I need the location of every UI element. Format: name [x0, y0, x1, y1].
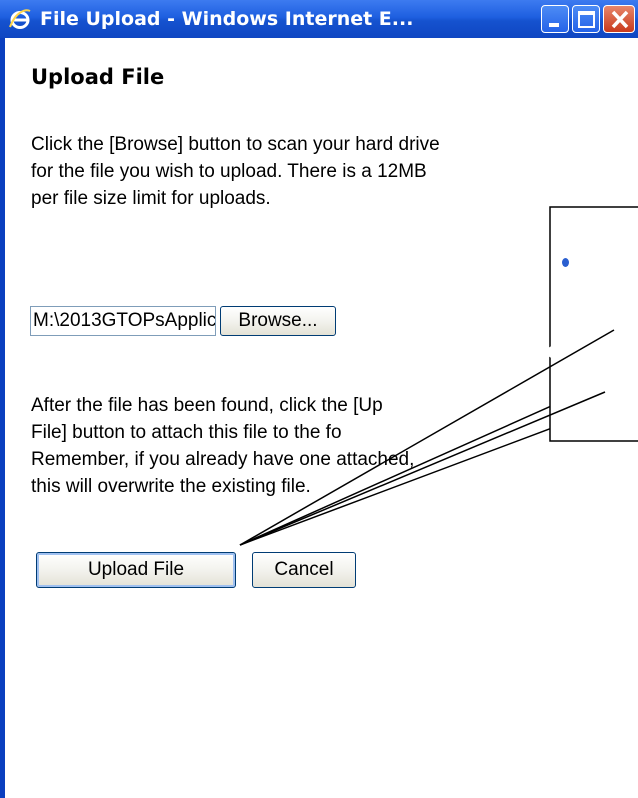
title-bar[interactable]: File Upload - Windows Internet E... [0, 0, 638, 38]
minimize-icon [549, 23, 559, 27]
internet-explorer-icon [9, 9, 31, 29]
window-frame-left [0, 38, 5, 798]
after-found-line: Remember, if you already have one attach… [31, 449, 415, 470]
minimize-button[interactable] [541, 5, 569, 33]
after-found-line: File] button to attach this file to the … [31, 422, 342, 443]
after-found-line: this will overwrite the existing file. [31, 476, 311, 497]
browse-button[interactable]: Browse... [220, 306, 336, 336]
maximize-icon [578, 11, 595, 28]
dialog-heading: Upload File [31, 65, 165, 89]
instructions-line: for the file you wish to upload. There i… [31, 161, 427, 182]
close-button[interactable] [603, 5, 635, 33]
after-found-text: After the file has been found, click the… [31, 392, 414, 500]
callout-marker [562, 258, 569, 267]
maximize-button[interactable] [572, 5, 600, 33]
window-title: File Upload - Windows Internet E... [40, 8, 414, 30]
upload-file-button[interactable]: Upload File [36, 552, 236, 588]
file-upload-window: File Upload - Windows Internet E... Uplo… [0, 0, 638, 798]
close-icon [611, 10, 629, 29]
cancel-button[interactable]: Cancel [252, 552, 356, 588]
after-found-line: After the file has been found, click the… [31, 395, 383, 416]
instructions-text: Click the [Browse] button to scan your h… [31, 131, 440, 212]
file-path-input[interactable]: M:\2013GTOPsApplicat [30, 306, 216, 336]
instructions-line: per file size limit for uploads. [31, 188, 271, 209]
instructions-line: Click the [Browse] button to scan your h… [31, 134, 440, 155]
